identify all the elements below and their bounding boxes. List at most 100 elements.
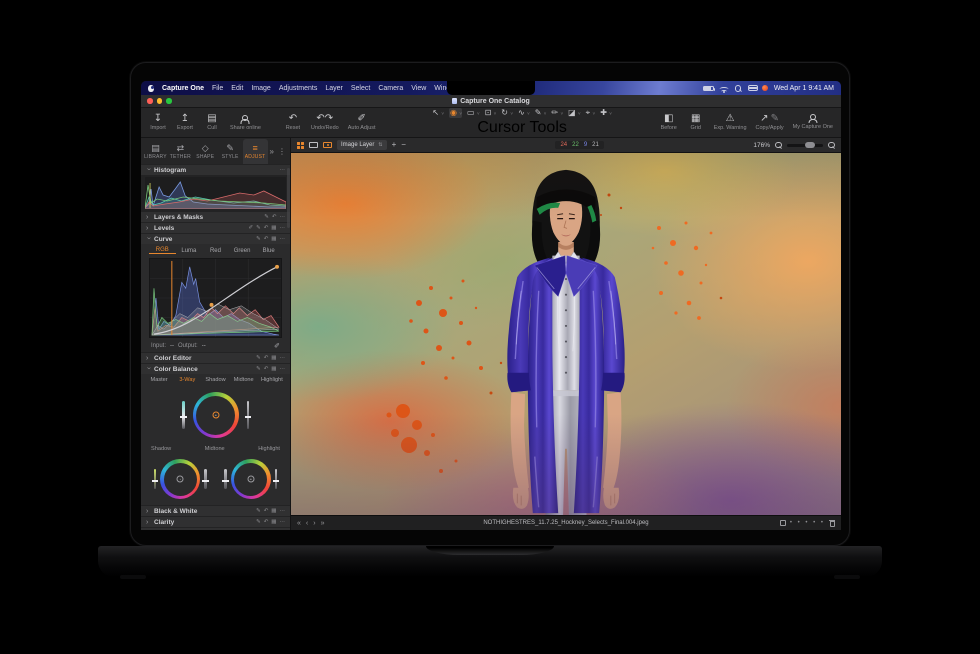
- grid-button[interactable]: ▦ Grid: [687, 114, 705, 131]
- zoom-out-icon[interactable]: [775, 142, 782, 149]
- zoom-level[interactable]: 176%: [753, 142, 770, 149]
- exposure-warning-button[interactable]: ⚠ Exp. Warning: [714, 114, 747, 131]
- wifi-icon[interactable]: [720, 85, 729, 92]
- heal-tool[interactable]: ⌖: [586, 108, 596, 118]
- panel-color-balance-header[interactable]: › Color Balance ✎ ↶ ▦ ⋯: [141, 363, 290, 374]
- straighten-tool[interactable]: ∿: [518, 108, 530, 118]
- panel-dehaze-header[interactable]: › Dehaze ✎ ↶ ⋯: [141, 527, 290, 530]
- midtone-lightness-slider[interactable]: [247, 401, 250, 429]
- tab-style[interactable]: ✎ STYLE: [218, 139, 243, 164]
- panel-layers-header[interactable]: › Layers & Masks ✎ ↶ ⋯: [141, 211, 290, 222]
- curve-tab-blue[interactable]: Blue: [255, 247, 282, 254]
- menu-capture-one[interactable]: Capture One: [162, 85, 204, 92]
- spotlight-search-icon[interactable]: [735, 85, 742, 91]
- color-balance-brush-icon[interactable]: ✎: [256, 366, 261, 372]
- panel-clarity-header[interactable]: › Clarity ✎ ↶ ▦ ⋯: [141, 516, 290, 527]
- auto-adjust-button[interactable]: ✐ Auto Adjust: [348, 114, 376, 131]
- select-tool[interactable]: ↖: [432, 108, 444, 118]
- cull-button[interactable]: ▤ Cull: [203, 114, 221, 131]
- highlight-lightness-slider[interactable]: [275, 469, 278, 489]
- histogram-more-icon[interactable]: ⋯: [280, 167, 286, 173]
- draw-mask-tool[interactable]: ✎: [535, 108, 547, 118]
- cb-tab-master[interactable]: Master: [145, 377, 173, 383]
- color-editor-more-icon[interactable]: ⋯: [280, 355, 286, 361]
- curve-tab-luma[interactable]: Luma: [176, 247, 203, 254]
- single-view-icon[interactable]: [309, 142, 318, 149]
- image-canvas[interactable]: [291, 153, 841, 515]
- clarity-reset-icon[interactable]: ↶: [264, 519, 269, 525]
- layers-more-icon[interactable]: ⋯: [280, 214, 286, 220]
- panel-histogram-header[interactable]: › Histogram ⋯: [141, 164, 290, 175]
- color-balance-reset-icon[interactable]: ↶: [264, 366, 269, 372]
- bw-brush-icon[interactable]: ✎: [256, 508, 261, 514]
- proof-view-icon[interactable]: [780, 520, 786, 526]
- shadow-saturation-slider[interactable]: [154, 469, 157, 489]
- shadow-lightness-slider[interactable]: [204, 469, 207, 489]
- panel-curve-header[interactable]: › Curve ✎ ↶ ▦ ⋯: [141, 233, 290, 244]
- color-balance-more-icon[interactable]: ⋯: [280, 366, 286, 372]
- erase-mask-tool[interactable]: ✏: [551, 108, 563, 118]
- panel-color-editor-header[interactable]: › Color Editor ✎ ↶ ▦ ⋯: [141, 352, 290, 363]
- color-editor-reset-icon[interactable]: ↶: [264, 355, 269, 361]
- undo-redo-button[interactable]: ↶↷ Undo/Redo: [311, 114, 339, 131]
- clarity-grid-icon[interactable]: ▦: [271, 519, 276, 525]
- clarity-brush-icon[interactable]: ✎: [256, 519, 261, 525]
- curve-grid-icon[interactable]: ▦: [271, 236, 276, 242]
- panel-levels-header[interactable]: › Levels ✐ ✎ ↶ ▦ ⋯: [141, 222, 290, 233]
- my-capture-one-button[interactable]: My Capture One: [793, 114, 833, 130]
- curve-more-icon[interactable]: ⋯: [280, 236, 286, 242]
- highlight-color-wheel[interactable]: [231, 459, 271, 499]
- before-button[interactable]: ◧ Before: [660, 114, 678, 131]
- pan-tool[interactable]: ◉: [449, 108, 462, 118]
- apple-menu-icon[interactable]: [148, 85, 154, 92]
- curve-picker-icon[interactable]: ✐: [274, 342, 280, 350]
- midtone-color-wheel[interactable]: [193, 392, 239, 438]
- color-editor-brush-icon[interactable]: ✎: [256, 355, 261, 361]
- capture-one-status-icon[interactable]: [762, 85, 768, 91]
- layers-brush-icon[interactable]: ✎: [264, 214, 269, 220]
- levels-brush-icon[interactable]: ✎: [256, 225, 261, 231]
- rotate-tool[interactable]: ↻: [501, 108, 513, 118]
- curve-graph[interactable]: [141, 256, 290, 340]
- levels-reset-icon[interactable]: ↶: [264, 225, 269, 231]
- crop-tool[interactable]: ⊡: [485, 108, 497, 118]
- levels-dropper-icon[interactable]: ✐: [248, 225, 253, 231]
- cb-tab-shadow[interactable]: Shadow: [201, 377, 229, 383]
- shadow-color-wheel[interactable]: [160, 459, 200, 499]
- reset-button[interactable]: ↶ Reset: [284, 114, 302, 131]
- add-layer-button[interactable]: +: [392, 141, 397, 149]
- curve-reset-icon[interactable]: ↶: [264, 236, 269, 242]
- more-tabs-icon[interactable]: »: [270, 147, 274, 156]
- clarity-more-icon[interactable]: ⋯: [280, 519, 286, 525]
- loupe-tool[interactable]: ▭: [467, 108, 480, 118]
- control-center-icon[interactable]: [748, 85, 756, 91]
- curve-tab-red[interactable]: Red: [202, 247, 229, 254]
- trash-icon[interactable]: [829, 520, 835, 527]
- color-editor-grid-icon[interactable]: ▦: [271, 355, 276, 361]
- gradient-mask-tool[interactable]: ◪: [568, 108, 581, 118]
- menu-select[interactable]: Select: [351, 85, 370, 92]
- import-button[interactable]: ↧ Import: [149, 114, 167, 131]
- bw-more-icon[interactable]: ⋯: [280, 508, 286, 514]
- clone-tool[interactable]: ✚: [600, 108, 612, 118]
- share-online-button[interactable]: Share online: [230, 115, 261, 131]
- layers-reset-icon[interactable]: ↶: [272, 214, 277, 220]
- menu-view[interactable]: View: [411, 85, 426, 92]
- copy-apply-button[interactable]: ↗✎ Copy/Apply: [756, 114, 784, 131]
- menu-adjustments[interactable]: Adjustments: [279, 85, 318, 92]
- midtone-saturation-slider[interactable]: [182, 401, 185, 429]
- rating-dots[interactable]: • • • • •: [790, 520, 825, 526]
- zoom-in-icon[interactable]: [828, 142, 835, 149]
- color-balance-grid-icon[interactable]: ▦: [271, 366, 276, 372]
- curve-tab-green[interactable]: Green: [229, 247, 256, 254]
- battery-icon[interactable]: [703, 86, 714, 91]
- menu-file[interactable]: File: [212, 85, 223, 92]
- menu-edit[interactable]: Edit: [231, 85, 243, 92]
- tab-options-icon[interactable]: ⋮: [278, 147, 286, 156]
- zoom-slider[interactable]: [787, 144, 823, 147]
- tab-adjust[interactable]: ≡ ADJUST: [243, 139, 268, 164]
- curve-tab-rgb[interactable]: RGB: [149, 246, 176, 254]
- levels-more-icon[interactable]: ⋯: [280, 225, 286, 231]
- highlight-saturation-slider[interactable]: [224, 469, 227, 489]
- thumbnails-grid-icon[interactable]: [297, 142, 304, 149]
